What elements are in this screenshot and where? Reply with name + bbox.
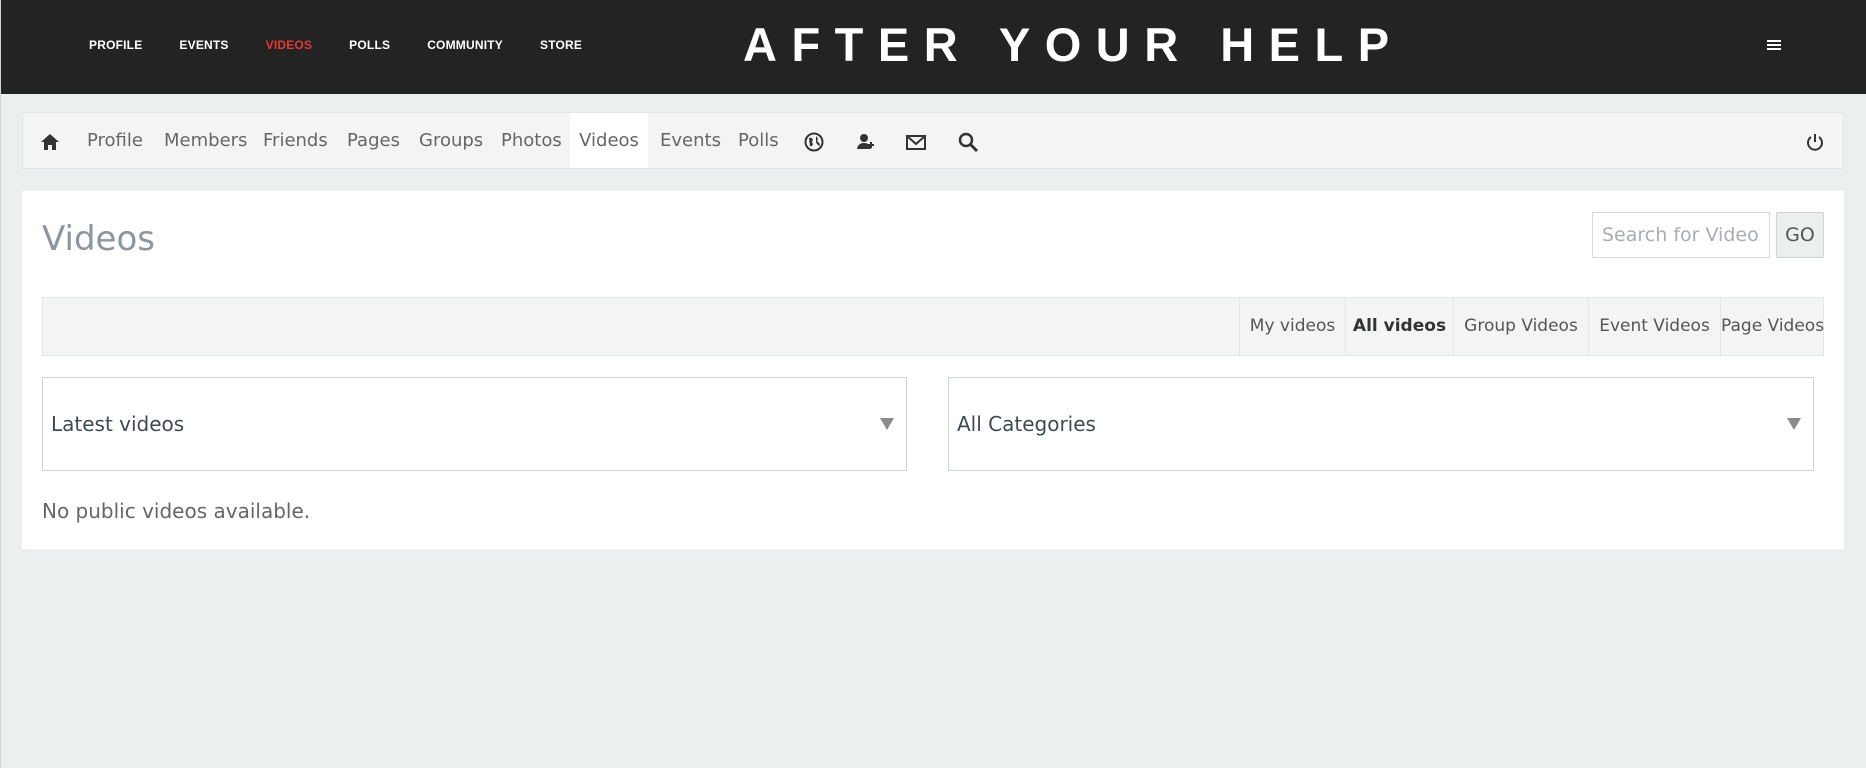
category-select[interactable]: All Categories xyxy=(948,377,1814,471)
nav-store[interactable]: STORE xyxy=(540,38,582,52)
mail-icon[interactable] xyxy=(905,131,927,153)
video-search-input[interactable] xyxy=(1592,212,1770,258)
main-nav: PROFILE EVENTS VIDEOS POLLS COMMUNITY ST… xyxy=(89,38,619,52)
toolbar-item-polls[interactable]: Polls xyxy=(738,113,779,168)
chevron-down-icon xyxy=(880,418,894,430)
page-title: Videos xyxy=(42,219,155,259)
nav-videos[interactable]: VIDEOS xyxy=(266,38,313,52)
toolbar-item-pages[interactable]: Pages xyxy=(347,113,400,168)
tab-event-videos[interactable]: Event Videos xyxy=(1588,298,1720,355)
tab-group-videos[interactable]: Group Videos xyxy=(1453,298,1588,355)
search-icon[interactable] xyxy=(957,131,979,153)
nav-community[interactable]: COMMUNITY xyxy=(427,38,503,52)
friend-requests-icon[interactable] xyxy=(854,131,876,153)
videos-panel: Videos GO My videos All videos Group Vid… xyxy=(22,191,1844,549)
tab-page-videos[interactable]: Page Videos xyxy=(1720,298,1824,355)
toolbar-item-events[interactable]: Events xyxy=(660,113,721,168)
tab-my-videos[interactable]: My videos xyxy=(1239,298,1345,355)
power-icon[interactable] xyxy=(1804,131,1826,153)
toolbar-item-profile[interactable]: Profile xyxy=(87,113,143,168)
tab-all-videos[interactable]: All videos xyxy=(1345,298,1453,355)
toolbar-item-groups[interactable]: Groups xyxy=(419,113,483,168)
sort-select-value: Latest videos xyxy=(51,412,185,436)
nav-events[interactable]: EVENTS xyxy=(179,38,228,52)
toolbar-item-photos[interactable]: Photos xyxy=(501,113,562,168)
site-header: PROFILE EVENTS VIDEOS POLLS COMMUNITY ST… xyxy=(0,0,1866,94)
video-filter-tabs: My videos All videos Group Videos Event … xyxy=(42,297,1824,356)
sort-select[interactable]: Latest videos xyxy=(42,377,907,471)
category-select-value: All Categories xyxy=(957,412,1096,436)
nav-polls[interactable]: POLLS xyxy=(349,38,390,52)
nav-profile[interactable]: PROFILE xyxy=(89,38,142,52)
toolbar-item-friends[interactable]: Friends xyxy=(263,113,328,168)
home-icon[interactable] xyxy=(39,131,61,153)
site-title: AFTER YOUR HELP xyxy=(743,18,1404,71)
toolbar-item-members[interactable]: Members xyxy=(164,113,247,168)
chevron-down-icon xyxy=(1787,418,1801,430)
empty-state-message: No public videos available. xyxy=(42,499,311,523)
hamburger-icon[interactable] xyxy=(1766,38,1782,52)
globe-icon[interactable] xyxy=(803,131,825,153)
community-toolbar: Profile Members Friends Pages Groups Pho… xyxy=(22,112,1844,169)
toolbar-item-videos[interactable]: Videos xyxy=(570,113,648,168)
search-go-button[interactable]: GO xyxy=(1776,212,1824,258)
page-left-border xyxy=(0,94,1,768)
